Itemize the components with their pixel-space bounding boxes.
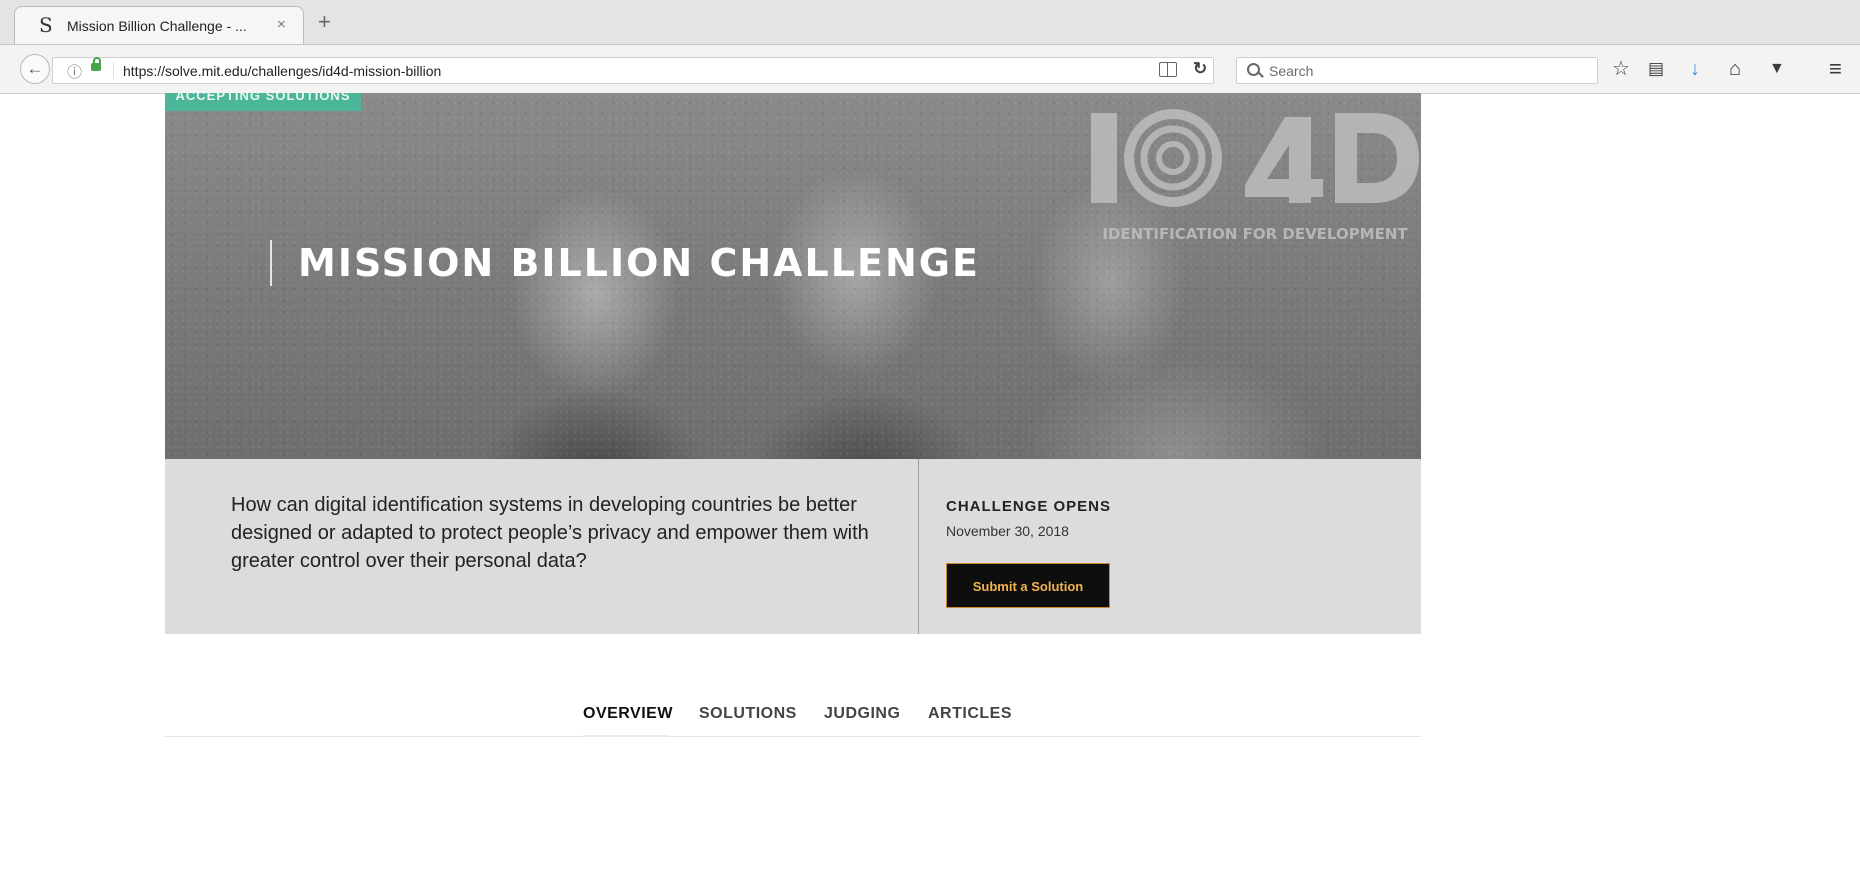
- search-icon: [1247, 63, 1260, 76]
- site-favicon-icon: S: [39, 13, 53, 37]
- active-tab-indicator: [583, 735, 669, 737]
- id4d-logo: IDENTIFICATION FOR DEVELOPMENT: [1091, 109, 1419, 243]
- subnav-divider: [165, 736, 1421, 737]
- reading-list-icon[interactable]: ▤: [1648, 57, 1664, 81]
- challenge-subnav: OVERVIEW SOLUTIONS JUDGING ARTICLES: [165, 700, 1421, 750]
- url-bar[interactable]: ⓘ https://solve.mit.edu/challenges/id4d-…: [52, 57, 1214, 84]
- title-accent-rule: [270, 240, 272, 286]
- tab-overview[interactable]: OVERVIEW: [583, 705, 673, 723]
- reload-icon[interactable]: ↻: [1193, 59, 1207, 79]
- status-badge: ACCEPTING SOLUTIONS: [165, 93, 361, 111]
- tab-judging[interactable]: JUDGING: [824, 705, 900, 723]
- menu-icon[interactable]: ≡: [1829, 57, 1842, 81]
- search-placeholder: Search: [1269, 63, 1314, 79]
- url-text[interactable]: https://solve.mit.edu/challenges/id4d-mi…: [123, 63, 441, 79]
- logo-subtitle: IDENTIFICATION FOR DEVELOPMENT: [1102, 225, 1408, 243]
- download-icon[interactable]: ↓: [1690, 57, 1700, 81]
- search-input[interactable]: Search: [1236, 57, 1598, 84]
- new-tab-icon[interactable]: +: [318, 9, 331, 35]
- challenge-opens-label: CHALLENGE OPENS: [946, 498, 1112, 515]
- home-icon[interactable]: ⌂: [1729, 57, 1741, 81]
- tab-solutions[interactable]: SOLUTIONS: [699, 705, 797, 723]
- back-arrow-icon[interactable]: ←: [20, 54, 50, 84]
- tab-close-icon[interactable]: ×: [277, 16, 286, 33]
- intro-divider: [918, 459, 919, 634]
- url-separator: [113, 62, 114, 79]
- page-title: MISSION BILLION CHALLENGE: [298, 241, 980, 285]
- tab-articles[interactable]: ARTICLES: [928, 705, 1012, 723]
- pocket-icon[interactable]: ▼: [1769, 57, 1785, 81]
- browser-nav-bar: ← ⓘ https://solve.mit.edu/challenges/id4…: [0, 45, 1860, 94]
- browser-tab[interactable]: S Mission Billion Challenge - ... ×: [14, 6, 304, 44]
- challenge-opens-date: November 30, 2018: [946, 523, 1069, 539]
- browser-tab-bar: S Mission Billion Challenge - ... × +: [0, 0, 1860, 45]
- tab-title: Mission Billion Challenge - ...: [67, 18, 247, 34]
- submit-solution-button[interactable]: Submit a Solution: [946, 563, 1110, 608]
- hero-banner: ACCEPTING SOLUTIONS MISSION BILLION CHAL…: [165, 93, 1421, 459]
- reader-view-icon[interactable]: [1159, 62, 1177, 77]
- bookmark-star-icon[interactable]: ☆: [1612, 57, 1630, 81]
- info-icon[interactable]: ⓘ: [67, 61, 82, 82]
- challenge-intro: How can digital identification systems i…: [165, 459, 1421, 634]
- lock-icon[interactable]: [91, 57, 101, 71]
- challenge-question: How can digital identification systems i…: [231, 494, 869, 572]
